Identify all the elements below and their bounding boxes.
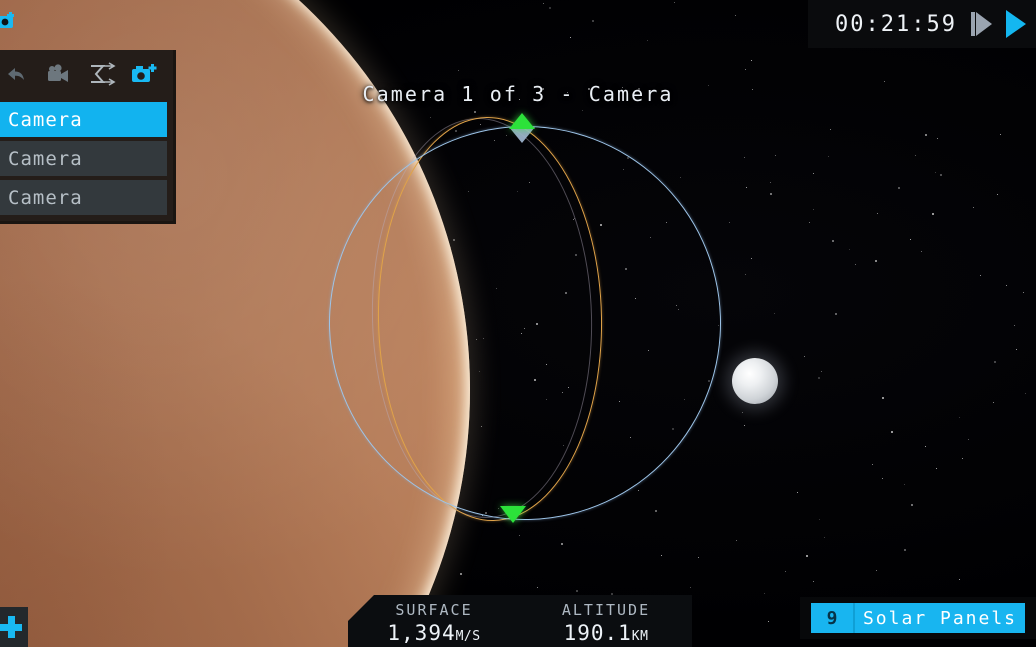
game-viewport: Camera 1 of 3 - Camera 00:21:59 Camera C… — [0, 0, 1036, 647]
star — [939, 173, 942, 176]
nav-column-altitude: ALTITUDE 190.1KM — [520, 601, 692, 645]
star — [820, 370, 822, 372]
step-bar-icon — [971, 12, 975, 36]
surface-value: 1,394 — [387, 621, 456, 645]
star — [750, 59, 752, 61]
star — [829, 128, 831, 130]
star — [972, 207, 974, 209]
star — [934, 171, 936, 173]
star — [518, 534, 520, 536]
action-group-panel: 9 Solar Panels — [800, 597, 1036, 639]
action-group-label: Solar Panels — [862, 607, 1018, 629]
star — [770, 182, 771, 183]
nav-column-surface: SURFACE 1,394M/S — [348, 601, 520, 645]
star — [803, 356, 805, 357]
star — [569, 36, 571, 38]
star — [542, 2, 544, 4]
action-group-number: 9 — [826, 607, 838, 629]
moon-body — [732, 358, 778, 404]
star — [1006, 284, 1007, 286]
altitude-label: ALTITUDE — [561, 601, 651, 619]
star — [834, 313, 837, 316]
surface-unit: M/S — [455, 629, 481, 644]
star — [743, 156, 745, 158]
nav-hud-panel: SURFACE 1,394M/S ALTITUDE 190.1KM — [348, 595, 692, 647]
star — [560, 542, 563, 545]
star — [921, 250, 923, 252]
camera-list-item-label: Camera — [8, 186, 83, 209]
star — [874, 259, 877, 262]
surface-value-row: 1,394M/S — [348, 621, 520, 645]
apoapsis-marker[interactable] — [509, 113, 535, 129]
star — [812, 208, 814, 210]
star — [591, 20, 594, 23]
star — [881, 477, 883, 479]
star — [808, 221, 810, 223]
star — [763, 592, 765, 594]
star — [935, 467, 937, 469]
add-button[interactable] — [0, 607, 28, 647]
camera-list-item-1[interactable]: Camera — [0, 102, 167, 137]
altitude-unit: KM — [631, 629, 649, 644]
star — [890, 430, 893, 433]
star — [674, 1, 675, 3]
camera-list-item-3[interactable]: Camera — [0, 180, 167, 215]
vessel-marker[interactable] — [509, 127, 535, 143]
camera-panel: Camera Camera Camera — [0, 50, 176, 224]
star — [897, 187, 900, 190]
star — [457, 69, 459, 71]
mission-timer: 00:21:59 — [835, 11, 957, 37]
star — [750, 257, 752, 259]
star — [734, 14, 736, 16]
time-control-panel: 00:21:59 — [808, 0, 1036, 48]
action-group-button[interactable]: 9 Solar Panels — [811, 603, 1025, 633]
camera-list-item-label: Camera — [8, 108, 83, 131]
delta-v-icon[interactable] — [85, 57, 119, 91]
star — [924, 445, 926, 447]
add-camera-icon[interactable] — [127, 57, 161, 91]
star — [735, 539, 737, 541]
star — [818, 518, 820, 520]
altitude-value-row: 190.1KM — [520, 621, 692, 645]
video-camera-icon[interactable] — [42, 57, 76, 91]
star — [881, 396, 884, 399]
star — [961, 457, 963, 459]
share-icon[interactable] — [0, 57, 34, 91]
star — [774, 312, 776, 314]
camera-list-item-label: Camera — [8, 147, 83, 170]
step-forward-button[interactable] — [971, 12, 992, 36]
camera-list-item-2[interactable]: Camera — [0, 141, 167, 176]
surface-label: SURFACE — [395, 601, 473, 619]
star — [690, 586, 691, 588]
star — [967, 438, 969, 440]
star — [1024, 392, 1026, 394]
plus-icon-vertical — [7, 616, 15, 638]
periapsis-marker[interactable] — [500, 506, 526, 523]
action-group-separator — [853, 603, 855, 633]
step-triangle-icon — [976, 12, 992, 36]
star — [548, 6, 551, 9]
star — [854, 263, 856, 265]
altitude-value: 190.1 — [563, 621, 632, 645]
play-button[interactable] — [1006, 10, 1026, 38]
add-camera-icon-floating[interactable] — [0, 8, 18, 34]
star — [910, 503, 913, 506]
star — [994, 360, 997, 363]
camera-toolbar — [0, 50, 173, 98]
